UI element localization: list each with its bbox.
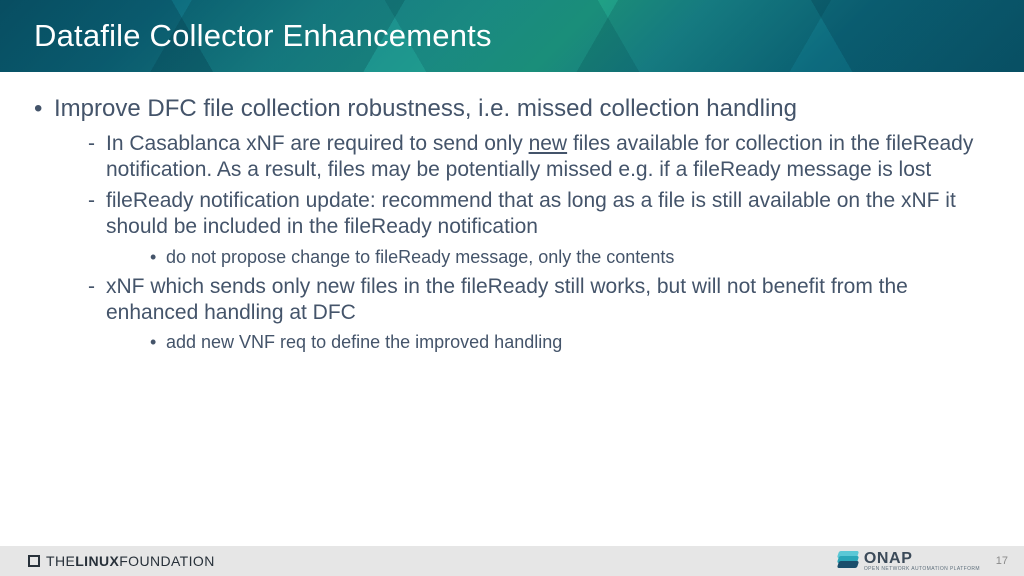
bullet-sub2-no-msg-change: do not propose change to fileReady messa…: [140, 246, 990, 269]
footer-right: ONAP OPEN NETWORK AUTOMATION PLATFORM 17: [838, 551, 1008, 572]
bullet-top-text: Improve DFC file collection robustness, …: [54, 95, 797, 122]
text-fragment: In Casablanca xNF are required to send o…: [106, 132, 529, 155]
slide: Datafile Collector Enhancements Improve …: [0, 0, 1024, 576]
lf-box-icon: [28, 555, 40, 567]
onap-sub: OPEN NETWORK AUTOMATION PLATFORM: [864, 567, 980, 572]
onap-logo: ONAP OPEN NETWORK AUTOMATION PLATFORM: [838, 551, 980, 572]
slide-content: Improve DFC file collection robustness, …: [0, 72, 1024, 546]
text-fragment: fileReady notification update: recommend…: [106, 189, 956, 238]
lf-text: THELINUXFOUNDATION: [46, 553, 215, 569]
slide-header: Datafile Collector Enhancements: [0, 0, 1024, 72]
underline-new: new: [529, 132, 568, 155]
lf-the: THE: [46, 553, 75, 569]
linux-foundation-logo: THELINUXFOUNDATION: [28, 553, 215, 569]
onap-mark-icon: [838, 551, 858, 571]
bullet-sub-casablanca: In Casablanca xNF are required to send o…: [78, 131, 990, 182]
lf-found: FOUNDATION: [119, 553, 215, 569]
bullet-sub-xnf-new-only: xNF which sends only new files in the fi…: [78, 274, 990, 354]
slide-footer: THELINUXFOUNDATION ONAP OPEN NETWORK AUT…: [0, 546, 1024, 576]
bullet-sub-fileready-update: fileReady notification update: recommend…: [78, 188, 990, 268]
page-number: 17: [992, 555, 1008, 567]
onap-main: ONAP: [864, 551, 980, 567]
bullet-top: Improve DFC file collection robustness, …: [34, 94, 990, 354]
text-fragment: xNF which sends only new files in the fi…: [106, 275, 908, 324]
onap-text: ONAP OPEN NETWORK AUTOMATION PLATFORM: [864, 551, 980, 572]
lf-linux: LINUX: [75, 553, 119, 569]
slide-title: Datafile Collector Enhancements: [34, 18, 492, 54]
bullet-sub2-vnf-req: add new VNF req to define the improved h…: [140, 331, 990, 354]
